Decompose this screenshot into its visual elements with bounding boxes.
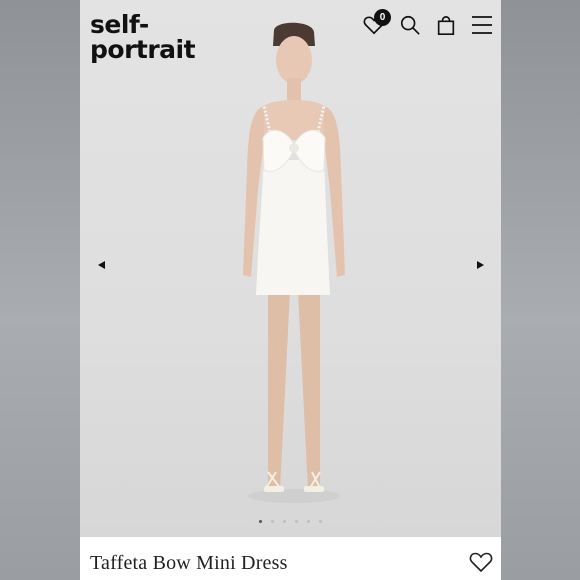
menu-icon <box>472 16 492 34</box>
product-gallery[interactable]: self- portrait 0 <box>80 0 501 537</box>
gallery-dot[interactable] <box>295 520 298 523</box>
triangle-right-icon <box>476 261 484 269</box>
menu-button[interactable] <box>469 12 495 38</box>
product-info-bar: Taffeta Bow Mini Dress <box>80 537 501 580</box>
outer-frame-left <box>0 0 80 580</box>
cart-button[interactable] <box>433 12 459 38</box>
outer-frame-right <box>501 0 580 580</box>
gallery-dot[interactable] <box>259 520 262 523</box>
product-page: self- portrait 0 Taffeta Bow Mini Dress <box>80 0 501 580</box>
product-model-image <box>243 22 345 503</box>
gallery-pagination <box>80 520 501 523</box>
gallery-prev-arrow[interactable] <box>94 258 108 272</box>
heart-outline-icon[interactable] <box>469 551 493 573</box>
search-icon <box>400 15 420 35</box>
header-actions: 0 <box>361 8 495 42</box>
brand-logo-line1: self- <box>90 10 149 39</box>
search-button[interactable] <box>397 12 423 38</box>
gallery-dot[interactable] <box>307 520 310 523</box>
gallery-dot[interactable] <box>271 520 274 523</box>
brand-logo[interactable]: self- portrait <box>90 10 196 64</box>
gallery-dot[interactable] <box>283 520 286 523</box>
gallery-next-arrow[interactable] <box>473 258 487 272</box>
brand-logo-line2: portrait <box>90 35 196 64</box>
bag-icon <box>437 16 455 35</box>
gallery-dot[interactable] <box>319 520 322 523</box>
triangle-left-icon <box>97 261 105 269</box>
product-title: Taffeta Bow Mini Dress <box>90 552 288 574</box>
wishlist-count-badge: 0 <box>374 9 391 26</box>
